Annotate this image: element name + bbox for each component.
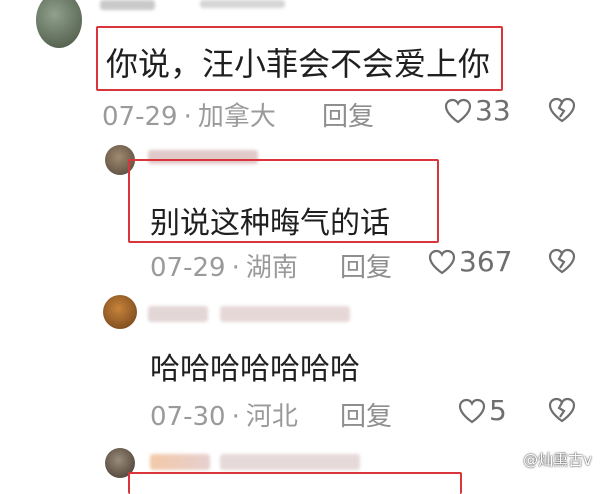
- comment-date: 07-29: [102, 102, 178, 132]
- dislike-button[interactable]: [548, 397, 576, 427]
- meta-separator: ·: [183, 102, 192, 132]
- username-blurred: [220, 454, 360, 470]
- dislike-button[interactable]: [548, 97, 576, 127]
- heart-icon: [428, 249, 456, 274]
- reply-button[interactable]: 回复: [322, 96, 374, 133]
- comment-meta: 07-29 · 加拿大: [102, 96, 276, 133]
- username-blurred: [220, 306, 350, 322]
- comment-text: 你说，汪小菲会不会爱上你: [106, 45, 491, 83]
- comment-text: 别说这种晦气的话: [150, 206, 390, 241]
- heart-icon: [444, 98, 472, 123]
- username-blurred: [148, 306, 208, 322]
- username-blurred: [200, 0, 285, 8]
- highlight-box: [128, 472, 462, 494]
- like-button[interactable]: 367: [428, 245, 512, 278]
- comment-date: 07-29: [150, 253, 226, 283]
- like-button[interactable]: 33: [444, 94, 511, 127]
- comment-date: 07-30: [150, 402, 226, 432]
- comment-meta: 07-29 · 湖南: [150, 247, 298, 284]
- like-count: 367: [459, 245, 513, 278]
- meta-separator: ·: [231, 402, 240, 432]
- username-blurred: [150, 454, 210, 470]
- comment-location: 加拿大: [197, 102, 276, 132]
- broken-heart-icon: [548, 397, 576, 423]
- meta-separator: ·: [231, 253, 240, 283]
- comment-text: 哈哈哈哈哈哈哈: [150, 352, 360, 387]
- watermark: @灿熏古v: [523, 451, 592, 469]
- avatar[interactable]: [36, 0, 82, 48]
- broken-heart-icon: [548, 248, 576, 274]
- like-count: 5: [489, 394, 507, 427]
- reply-button[interactable]: 回复: [340, 247, 392, 284]
- username-blurred: [100, 0, 155, 10]
- dislike-button[interactable]: [548, 248, 576, 278]
- comment-location: 湖南: [245, 253, 298, 283]
- reply-button[interactable]: 回复: [340, 396, 392, 433]
- like-button[interactable]: 5: [458, 394, 507, 427]
- heart-icon: [458, 398, 486, 423]
- comment-meta: 07-30 · 河北: [150, 396, 298, 433]
- broken-heart-icon: [548, 97, 576, 123]
- avatar[interactable]: [103, 295, 137, 329]
- comment-location: 河北: [245, 402, 298, 432]
- like-count: 33: [475, 94, 511, 127]
